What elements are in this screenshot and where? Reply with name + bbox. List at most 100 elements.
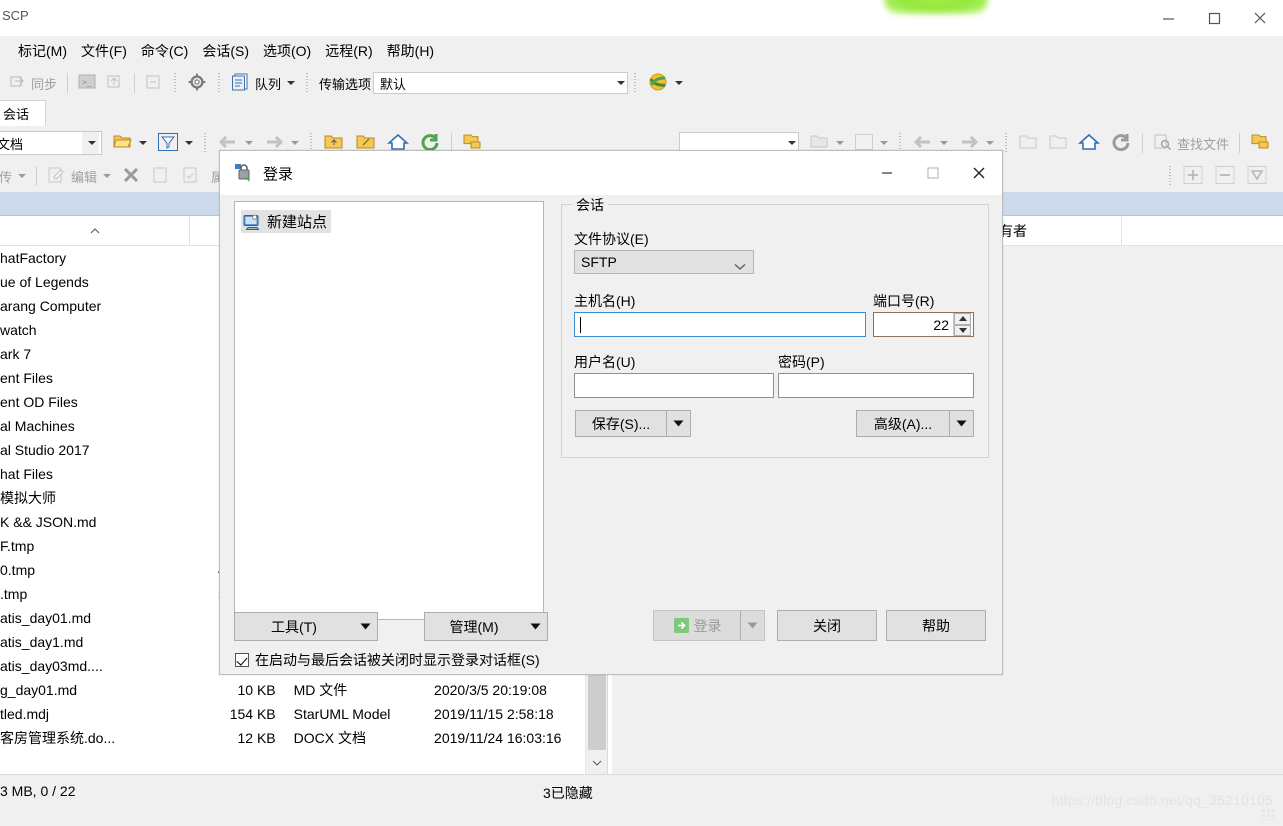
deselect-all-button[interactable] bbox=[1209, 163, 1241, 189]
remote-refresh-button[interactable] bbox=[1105, 130, 1137, 156]
transfer-options-combo[interactable]: 默认 bbox=[373, 72, 628, 94]
resize-grip-icon[interactable] bbox=[1261, 808, 1277, 820]
delete-button[interactable] bbox=[116, 163, 146, 189]
login-dropdown-icon[interactable] bbox=[740, 611, 764, 640]
login-button-label: 登录 bbox=[694, 616, 722, 636]
upload-button[interactable] bbox=[101, 70, 129, 96]
console-button[interactable]: >_ bbox=[73, 70, 101, 96]
tab-session[interactable]: 会话 bbox=[0, 100, 46, 126]
chevron-down-icon[interactable] bbox=[940, 141, 948, 145]
chevron-down-icon[interactable] bbox=[734, 258, 746, 274]
show-login-dialog-checkbox-row[interactable]: 在启动与最后会话被关闭时显示登录对话框(S) bbox=[235, 650, 540, 670]
username-input[interactable] bbox=[574, 373, 774, 398]
remote-bookmark-button[interactable] bbox=[1245, 130, 1277, 156]
login-button-main[interactable]: 登录 bbox=[654, 611, 740, 640]
remote-home-button[interactable] bbox=[1073, 130, 1105, 156]
home-icon bbox=[1078, 133, 1100, 154]
advanced-button[interactable]: 高级(A)... bbox=[856, 410, 974, 437]
dialog-maximize-icon[interactable] bbox=[910, 151, 956, 195]
remote-parent-button[interactable] bbox=[1013, 130, 1043, 156]
select-all-button[interactable] bbox=[1177, 163, 1209, 189]
menu-remote[interactable]: 远程(R) bbox=[318, 38, 379, 64]
rename-button[interactable] bbox=[146, 163, 176, 189]
table-row[interactable]: 客房管理系统.do...12 KBDOCX 文档2019/11/24 16:03… bbox=[0, 726, 607, 750]
tools-dropdown-icon[interactable] bbox=[353, 613, 377, 640]
chevron-down-icon[interactable] bbox=[617, 81, 625, 85]
password-input[interactable] bbox=[778, 373, 974, 398]
spin-up-icon[interactable] bbox=[954, 313, 971, 325]
open-folder-button[interactable] bbox=[108, 130, 152, 156]
menu-session[interactable]: 会话(S) bbox=[195, 38, 256, 64]
sync-button[interactable]: 同步 bbox=[4, 70, 62, 96]
minimize-icon[interactable] bbox=[1145, 0, 1191, 36]
chevron-down-icon[interactable] bbox=[287, 81, 295, 85]
chevron-down-icon[interactable] bbox=[291, 141, 299, 145]
toolbar-dot-separator-3 bbox=[306, 73, 308, 93]
table-row[interactable]: g_day01.md10 KBMD 文件2020/3/5 20:19:08 bbox=[0, 678, 607, 702]
file-type-cell: StarUML Model bbox=[286, 706, 426, 722]
save-dropdown-icon[interactable] bbox=[666, 411, 690, 436]
port-spin-buttons[interactable] bbox=[953, 313, 971, 336]
menu-mark[interactable]: 标记(M) bbox=[11, 38, 74, 64]
checkbox-doc-icon bbox=[181, 166, 201, 187]
username-label: 用户名(U) bbox=[574, 352, 635, 372]
close-icon[interactable] bbox=[1237, 0, 1283, 36]
transfer-menu-button[interactable]: 传 bbox=[0, 163, 31, 189]
chevron-down-icon[interactable] bbox=[18, 174, 26, 178]
chevron-down-icon[interactable] bbox=[880, 141, 888, 145]
remote-root-button[interactable] bbox=[1043, 130, 1073, 156]
chevron-down-icon[interactable] bbox=[986, 141, 994, 145]
find-files-button[interactable]: 查找文件 bbox=[1148, 130, 1234, 156]
chevron-down-icon[interactable] bbox=[675, 81, 683, 85]
delete-x-icon bbox=[121, 166, 141, 187]
chevron-down-icon[interactable] bbox=[245, 141, 253, 145]
menu-file[interactable]: 文件(F) bbox=[74, 38, 134, 64]
chevron-down-icon[interactable] bbox=[185, 141, 193, 145]
scroll-down-icon[interactable] bbox=[588, 754, 606, 772]
select-button[interactable] bbox=[176, 163, 206, 189]
table-row[interactable]: tled.mdj154 KBStarUML Model2019/11/15 2:… bbox=[0, 702, 607, 726]
chevron-down-icon[interactable] bbox=[836, 141, 844, 145]
hostname-input[interactable] bbox=[574, 312, 866, 337]
transfer-settings-button[interactable] bbox=[140, 70, 168, 96]
dialog-minimize-icon[interactable] bbox=[864, 151, 910, 195]
browse-button[interactable] bbox=[642, 70, 688, 96]
port-spinner[interactable]: 22 bbox=[873, 312, 974, 337]
spin-down-icon[interactable] bbox=[954, 325, 971, 337]
manage-button[interactable]: 管理(M) bbox=[424, 612, 548, 641]
close-button[interactable]: 关闭 bbox=[777, 610, 877, 641]
dialog-title: 登录 bbox=[263, 163, 293, 184]
queue-button[interactable]: 队列 bbox=[226, 70, 300, 96]
dialog-close-icon[interactable] bbox=[956, 151, 1002, 195]
rename-icon bbox=[151, 166, 171, 187]
file-name-cell: ark 7 bbox=[0, 346, 190, 362]
manage-dropdown-icon[interactable] bbox=[523, 613, 547, 640]
path-combo[interactable]: 文档 bbox=[0, 131, 102, 155]
help-button[interactable]: 帮助 bbox=[886, 610, 986, 641]
invert-selection-button[interactable] bbox=[1241, 163, 1273, 189]
sites-tree[interactable]: 新建站点 bbox=[234, 201, 544, 620]
column-header-name[interactable] bbox=[0, 216, 190, 246]
text-cursor bbox=[580, 317, 581, 333]
protocol-select[interactable]: SFTP bbox=[574, 250, 754, 274]
chevron-down-icon[interactable] bbox=[103, 174, 111, 178]
tools-button[interactable]: 工具(T) bbox=[234, 612, 378, 641]
file-name-cell: 客房管理系统.do... bbox=[0, 728, 190, 748]
advanced-dropdown-icon[interactable] bbox=[949, 411, 973, 436]
chevron-down-icon[interactable] bbox=[139, 141, 147, 145]
menu-command[interactable]: 命令(C) bbox=[134, 38, 195, 64]
site-item-new-site[interactable]: 新建站点 bbox=[241, 210, 331, 233]
login-button[interactable]: 登录 bbox=[653, 610, 765, 641]
preferences-button[interactable] bbox=[182, 70, 212, 96]
show-login-dialog-checkbox[interactable] bbox=[235, 653, 249, 667]
chevron-down-icon[interactable] bbox=[788, 141, 796, 145]
chevron-down-icon[interactable] bbox=[82, 132, 99, 154]
menu-help[interactable]: 帮助(H) bbox=[380, 38, 441, 64]
filter-button[interactable] bbox=[152, 130, 198, 156]
edit-button[interactable]: 编辑 bbox=[42, 163, 116, 189]
maximize-icon[interactable] bbox=[1191, 0, 1237, 36]
file-name-cell: 模拟大师 bbox=[0, 488, 190, 508]
menu-options[interactable]: 选项(O) bbox=[256, 38, 318, 64]
nav-dot-separator bbox=[204, 133, 206, 153]
save-button[interactable]: 保存(S)... bbox=[575, 410, 691, 437]
